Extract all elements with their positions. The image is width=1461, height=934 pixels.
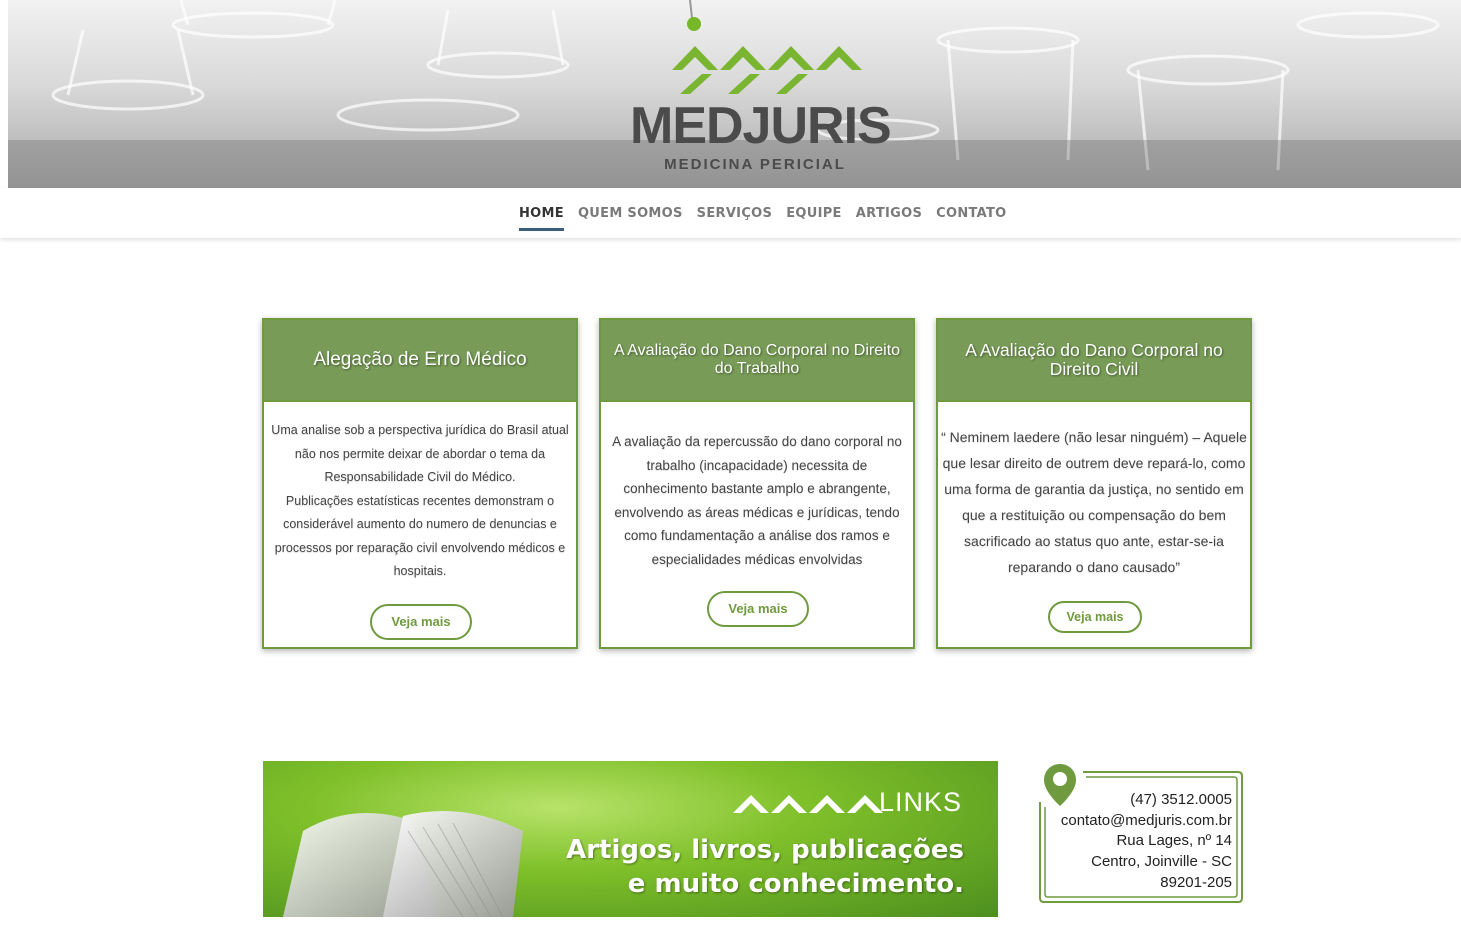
contact-email[interactable]: contato@medjuris.com.br bbox=[1061, 811, 1232, 832]
veja-mais-button[interactable]: Veja mais bbox=[707, 591, 809, 627]
contact-details: (47) 3512.0005 contato@medjuris.com.br R… bbox=[1061, 790, 1232, 894]
logo-mark-icon bbox=[672, 0, 862, 94]
card-header: Alegação de Erro Médico bbox=[264, 320, 576, 402]
medjuris-logo[interactable]: MEDJURIS MEDICINA PERICIAL bbox=[620, 0, 892, 188]
brand-name: MEDJURIS bbox=[630, 97, 892, 155]
links-tagline-line2: e muito conhecimento. bbox=[627, 869, 964, 899]
article-card-direito-civil: A Avaliação do Dano Corporal no Direito … bbox=[936, 318, 1252, 649]
contact-city: Centro, Joinville - SC bbox=[1091, 853, 1232, 871]
article-card-erro-medico: Alegação de Erro Médico Uma analise sob … bbox=[262, 318, 578, 649]
header-banner: MEDJURIS MEDICINA PERICIAL bbox=[8, 0, 1461, 188]
card-title: A Avaliação do Dano Corporal no Direito … bbox=[965, 340, 1223, 379]
card-description: A avaliação da repercussão do dano corpo… bbox=[612, 434, 902, 567]
nav-item-artigos[interactable]: ARTIGOS bbox=[856, 206, 922, 228]
card-header: A Avaliação do Dano Corporal no Direito … bbox=[601, 320, 913, 402]
nav-item-equipe[interactable]: EQUIPE bbox=[786, 206, 842, 228]
card-description: “ Neminem laedere (não lesar ninguém) – … bbox=[941, 429, 1247, 575]
nav-item-contato[interactable]: CONTATO bbox=[936, 206, 1006, 228]
contact-street: Rua Lages, nº 14 bbox=[1116, 832, 1232, 850]
contact-zip: 89201-205 bbox=[1160, 873, 1232, 891]
nav-item-servicos[interactable]: SERVIÇOS bbox=[697, 206, 773, 228]
veja-mais-button[interactable]: Veja mais bbox=[1048, 601, 1142, 633]
card-title: A Avaliação do Dano Corporal no Direito … bbox=[613, 342, 901, 377]
nav-item-home[interactable]: HOME bbox=[519, 206, 564, 231]
contact-info-box: (47) 3512.0005 contato@medjuris.com.br R… bbox=[1038, 762, 1248, 907]
card-description: Uma analise sob a perspectiva jurídica d… bbox=[271, 423, 569, 578]
main-navigation: HOME QUEM SOMOS SERVIÇOS EQUIPE ARTIGOS … bbox=[0, 188, 1461, 238]
article-card-direito-trabalho: A Avaliação do Dano Corporal no Direito … bbox=[599, 318, 915, 649]
links-title: LINKS bbox=[879, 787, 963, 817]
veja-mais-button[interactable]: Veja mais bbox=[370, 604, 472, 640]
nav-item-quem-somos[interactable]: QUEM SOMOS bbox=[578, 206, 683, 228]
card-header: A Avaliação do Dano Corporal no Direito … bbox=[938, 320, 1250, 402]
card-title: Alegação de Erro Médico bbox=[313, 349, 527, 370]
links-tagline-line1: Artigos, livros, publicações bbox=[566, 835, 964, 865]
contact-phone[interactable]: (47) 3512.0005 bbox=[1061, 790, 1232, 811]
brand-tagline: MEDICINA PERICIAL bbox=[664, 156, 846, 173]
links-banner[interactable]: LINKS Artigos, livros, publicações e mui… bbox=[263, 761, 998, 917]
